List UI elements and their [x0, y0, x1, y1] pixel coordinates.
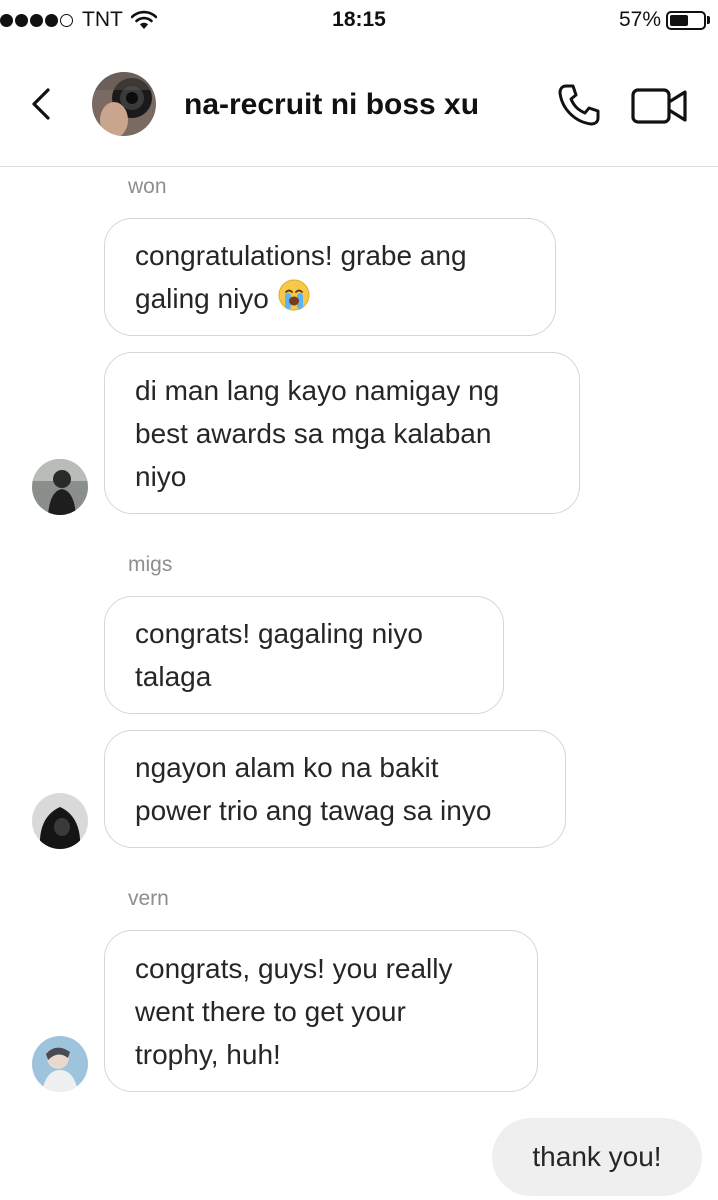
chat-header: na-recruit ni boss xu	[0, 42, 718, 167]
battery-cap	[707, 16, 710, 24]
message-bubble[interactable]: di man lang kayo namigay ng best awards …	[104, 352, 580, 514]
message-bubble[interactable]: congrats, guys! you really went there to…	[104, 930, 538, 1092]
sender-name: migs	[128, 553, 173, 576]
loudly-crying-face-emoji-icon	[278, 279, 310, 311]
chat-title[interactable]: na-recruit ni boss xu	[184, 88, 479, 122]
status-right: 57%	[619, 8, 710, 32]
sender-avatar[interactable]	[32, 459, 88, 515]
avatar-image	[32, 459, 88, 515]
outgoing-message-text: thank you!	[532, 1141, 662, 1172]
battery-icon	[666, 10, 706, 30]
avatar-image	[32, 793, 88, 849]
sender-name: won	[128, 175, 167, 198]
sender-avatar[interactable]	[32, 1036, 88, 1092]
status-bar: TNT 18:15 57%	[0, 0, 718, 42]
back-button[interactable]	[24, 82, 60, 126]
phone-call-button[interactable]	[556, 82, 602, 128]
outgoing-message-bubble[interactable]: thank you!	[492, 1118, 702, 1196]
message-bubble[interactable]: congratulations! grabe ang galing niyo	[104, 218, 556, 336]
clock: 18:15	[332, 8, 386, 31]
group-avatar[interactable]	[92, 72, 156, 136]
message-text: di man lang kayo namigay ng best awards …	[135, 374, 500, 492]
battery-percent: 57%	[618, 8, 661, 31]
video-call-button[interactable]	[630, 86, 690, 126]
sender-name: vern	[128, 887, 169, 910]
avatar-image	[32, 1036, 88, 1092]
message-text: congrats, guys! you really went there to…	[135, 952, 453, 1070]
group-avatar-image	[92, 72, 156, 136]
message-bubble[interactable]: ngayon alam ko na bakit power trio ang t…	[104, 730, 566, 848]
message-text: congratulations! grabe ang galing niyo	[135, 234, 467, 320]
message-text: ngayon alam ko na bakit power trio ang t…	[135, 752, 492, 826]
message-bubble[interactable]: congrats! gagaling niyo talaga	[104, 596, 504, 714]
battery-fill	[670, 14, 689, 26]
message-text: congrats! gagaling niyo talaga	[135, 618, 423, 692]
sender-avatar[interactable]	[32, 793, 88, 849]
